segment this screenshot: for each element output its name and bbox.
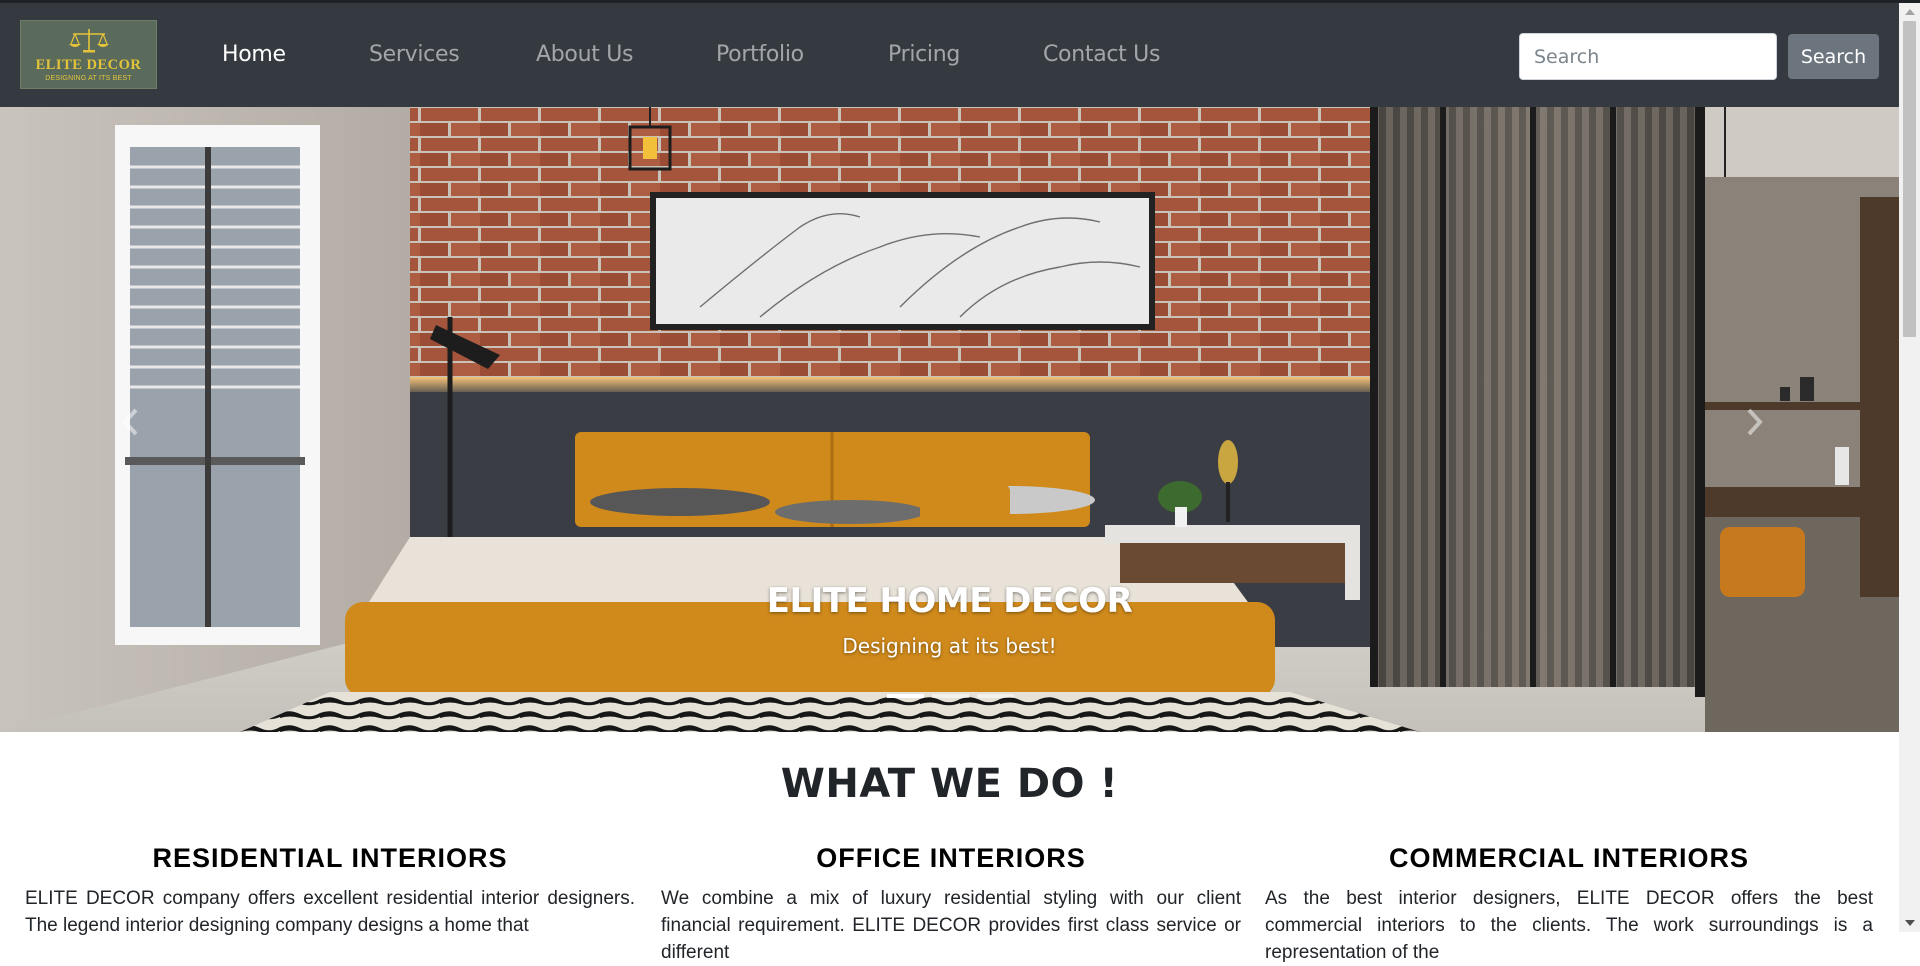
hero-subtitle: Designing at its best! <box>842 634 1057 658</box>
nav-link-home[interactable]: Home <box>222 42 286 67</box>
nav-link-about-us[interactable]: About Us <box>536 42 634 67</box>
search-input[interactable] <box>1519 33 1777 80</box>
column-title-residential: RESIDENTIAL INTERIORS <box>152 843 508 873</box>
carousel-indicator-1[interactable] <box>887 694 924 698</box>
search-button[interactable]: Search <box>1788 34 1879 79</box>
carousel-prev-control[interactable] <box>120 407 140 442</box>
brand-name: ELITE DECOR <box>35 57 142 73</box>
column-text-residential: ELITE DECOR company offers excellent res… <box>25 888 635 936</box>
section-title: WHAT WE DO ! <box>780 761 1119 807</box>
carousel-indicators <box>887 694 1014 698</box>
column-text-commercial: As the best interior designers, ELITE DE… <box>1265 888 1873 963</box>
nav-link-services[interactable]: Services <box>369 42 460 67</box>
brand-tagline: DESIGNING AT ITS BEST <box>45 75 132 82</box>
nav-link-portfolio[interactable]: Portfolio <box>716 42 804 67</box>
navbar: ELITE DECOR DESIGNING AT ITS BEST Home S… <box>0 3 1899 107</box>
column-title-commercial: COMMERCIAL INTERIORS <box>1388 843 1749 873</box>
chevron-left-icon <box>122 408 138 436</box>
column-text-office: We combine a mix of luxury residential s… <box>661 888 1241 963</box>
scroll-down-arrow-icon[interactable] <box>1905 920 1915 926</box>
nav-link-contact-us[interactable]: Contact Us <box>1043 42 1160 67</box>
brand-logo[interactable]: ELITE DECOR DESIGNING AT ITS BEST <box>20 20 157 89</box>
scrollbar-thumb[interactable] <box>1903 21 1916 337</box>
hero-carousel: ELITE HOME DECOR Designing at its best! <box>0 107 1899 732</box>
carousel-next-control[interactable] <box>1745 407 1765 442</box>
column-title-office: OFFICE INTERIORS <box>816 843 1086 873</box>
scroll-up-arrow-icon[interactable] <box>1905 9 1915 15</box>
nav-link-pricing[interactable]: Pricing <box>888 42 960 67</box>
hero-title: ELITE HOME DECOR <box>766 581 1133 621</box>
scales-icon <box>68 29 109 53</box>
carousel-indicator-2[interactable] <box>932 694 969 698</box>
vertical-scrollbar[interactable] <box>1899 3 1920 932</box>
chevron-right-icon <box>1747 408 1763 436</box>
carousel-indicator-3[interactable] <box>977 694 1014 698</box>
